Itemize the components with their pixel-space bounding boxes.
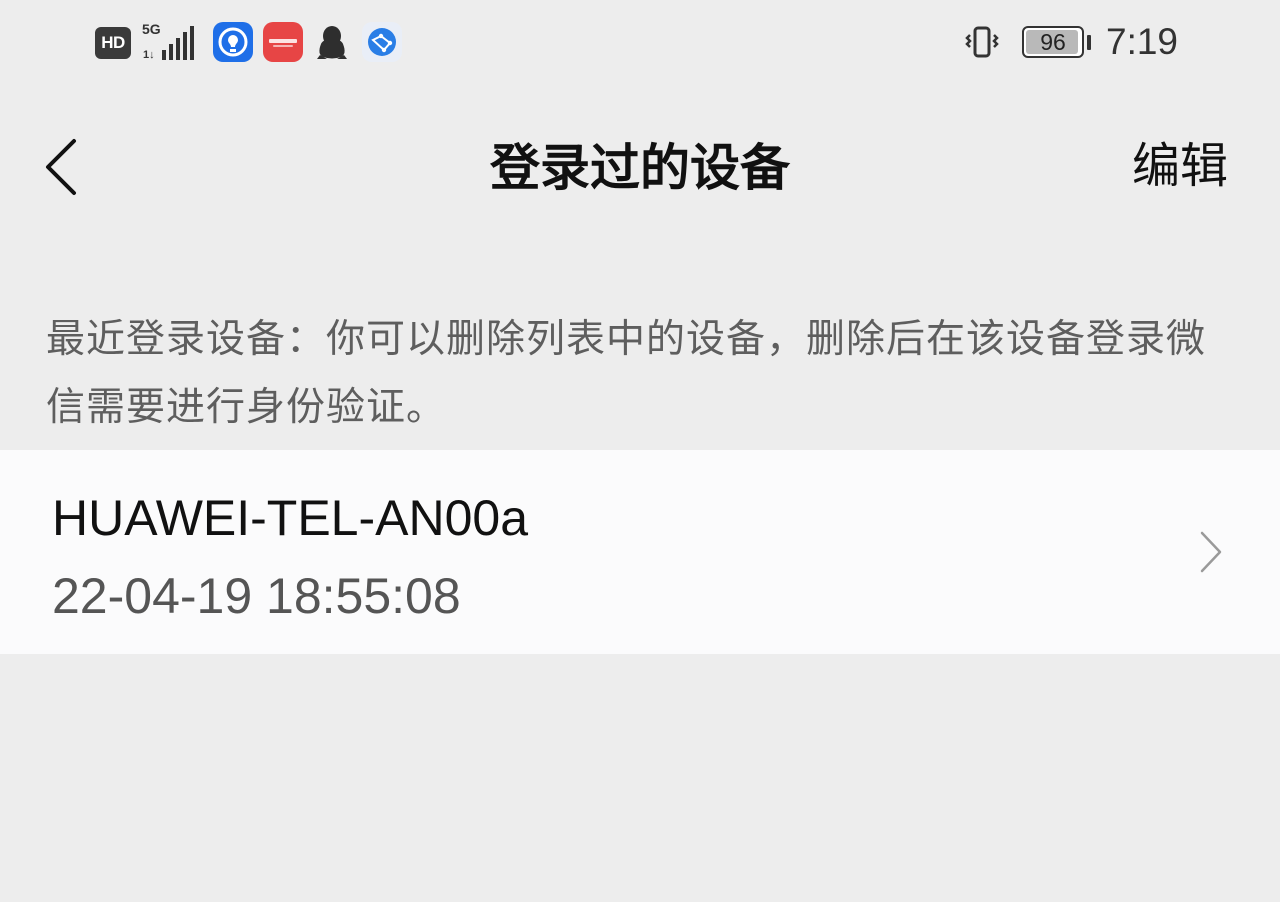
hd-icon: HD [95,27,131,59]
device-list-item[interactable]: HUAWEI-TEL-AN00a 22-04-19 18:55:08 [0,450,1280,654]
device-last-login-time: 22-04-19 18:55:08 [52,568,461,624]
device-name: HUAWEI-TEL-AN00a [52,490,529,546]
battery-icon: 96 [1022,26,1094,60]
browser-app-icon [362,22,402,62]
battery-tip [1087,35,1091,50]
hd-label: HD [101,33,125,52]
5g-signal-icon: 5G 1↓ [142,22,202,62]
chevron-right-icon [1200,531,1222,573]
battery-level: 96 [1040,28,1066,55]
edit-button[interactable]: 编辑 [1132,136,1228,196]
device-list: HUAWEI-TEL-AN00a 22-04-19 18:55:08 [0,450,1280,654]
qq-penguin-icon [312,22,352,62]
description-text: 最近登录设备：你可以删除列表中的设备，删除后在该设备登录微信需要进行身份验证。 [46,317,1207,430]
status-bar: HD 5G 1↓ 96 7:19 [0,0,1280,90]
vibrate-icon [962,22,1002,62]
status-time: 7:19 [1106,21,1179,62]
nav-header: 登录过的设备 编辑 [0,112,1280,222]
svg-text:1↓: 1↓ [143,49,155,61]
lightbulb-app-icon [213,22,253,62]
network-label: 5G [142,21,161,37]
huawei-app-icon [263,22,303,62]
page-title: 登录过的设备 [490,139,790,197]
